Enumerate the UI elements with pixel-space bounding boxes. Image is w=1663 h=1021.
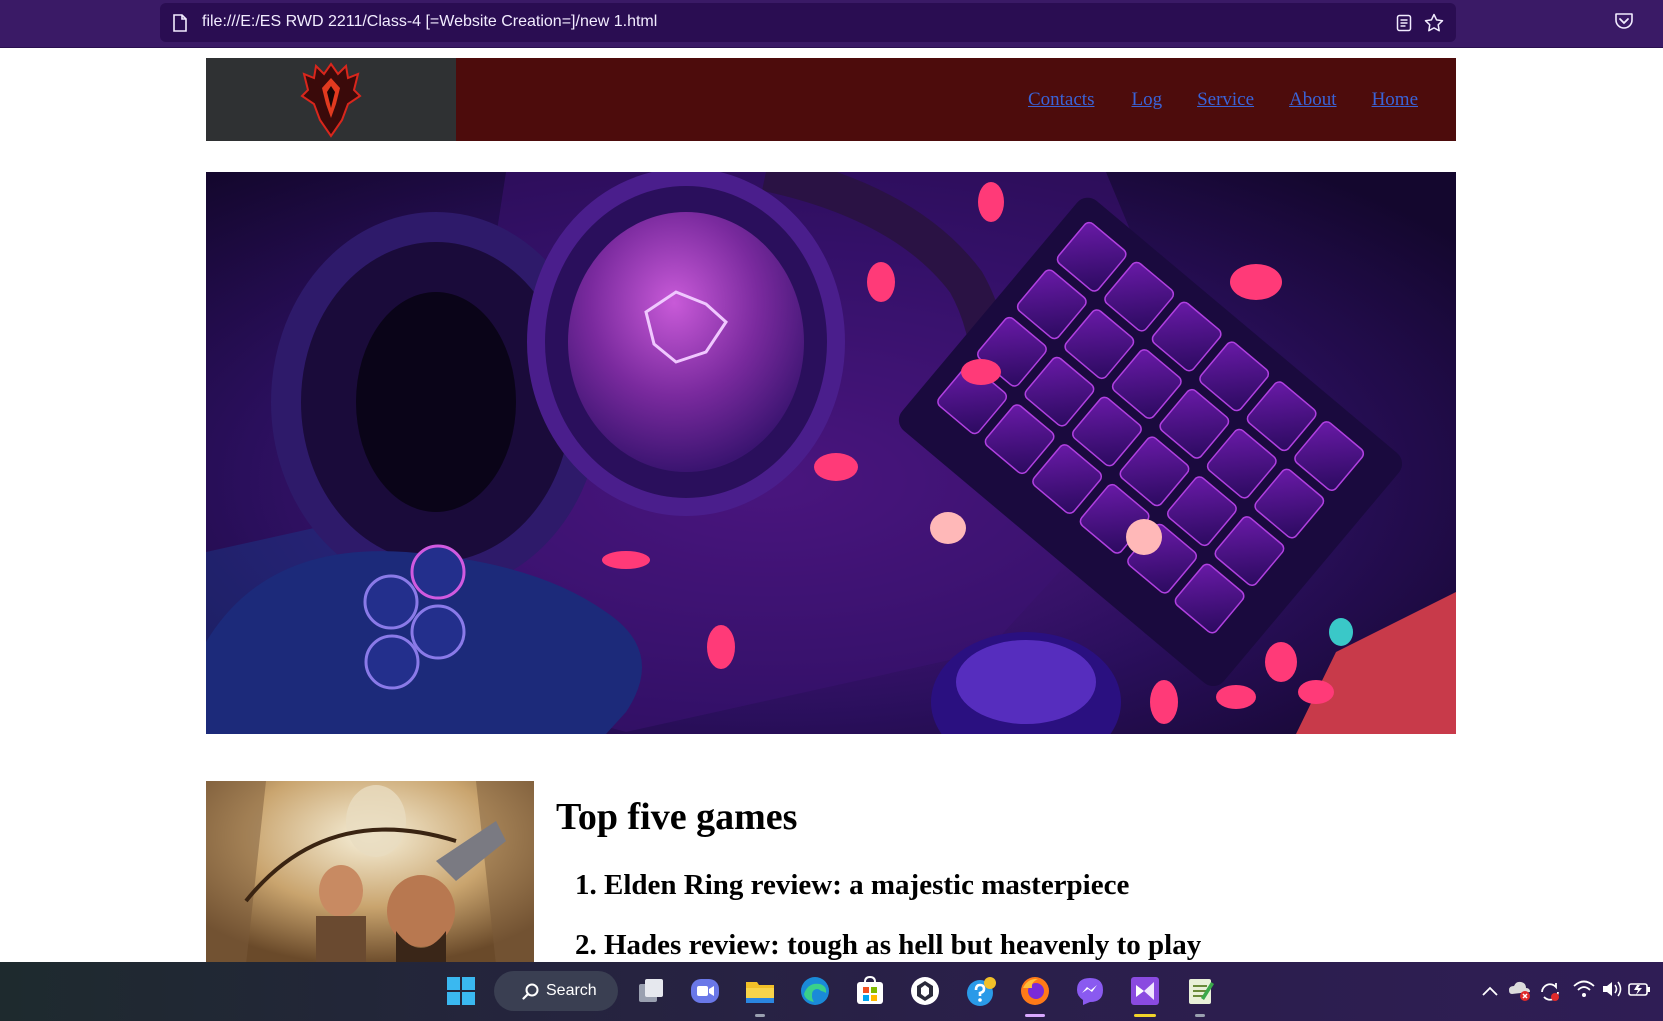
github-icon[interactable] xyxy=(910,976,940,1006)
help-icon[interactable] xyxy=(965,976,996,1006)
url-text[interactable]: file:///E:/ES RWD 2211/Class-4 [=Website… xyxy=(202,13,657,31)
zoom-icon[interactable] xyxy=(690,976,720,1006)
notepad-icon[interactable] xyxy=(1185,976,1215,1006)
nav-link-service[interactable]: Service xyxy=(1197,89,1254,111)
list-item: 1. Elden Ring review: a majestic masterp… xyxy=(575,869,1130,901)
sync-icon[interactable] xyxy=(1538,980,1562,1009)
visual-studio-icon[interactable] xyxy=(1130,976,1160,1006)
firefox-active-indicator xyxy=(1025,1014,1045,1017)
address-bar[interactable]: file:///E:/ES RWD 2211/Class-4 [=Website… xyxy=(160,3,1456,42)
file-explorer-indicator xyxy=(755,1014,765,1017)
messenger-icon[interactable] xyxy=(1075,976,1105,1006)
nav-link-home[interactable]: Home xyxy=(1372,89,1418,111)
onedrive-error-icon[interactable] xyxy=(1508,980,1532,1007)
pocket-icon[interactable] xyxy=(1614,12,1634,36)
visual-studio-indicator xyxy=(1134,1014,1156,1017)
reader-view-icon[interactable] xyxy=(1396,14,1412,37)
edge-icon[interactable] xyxy=(800,976,830,1006)
page-icon xyxy=(172,14,188,37)
site-header: Contacts Log Service About Home xyxy=(206,58,1456,141)
notepad-indicator xyxy=(1195,1014,1205,1017)
taskbar-search[interactable]: Search xyxy=(494,971,618,1011)
nav-link-about[interactable]: About xyxy=(1289,89,1337,111)
site-logo xyxy=(300,62,362,138)
task-view-icon[interactable] xyxy=(636,976,666,1006)
battery-icon[interactable] xyxy=(1628,980,1652,1003)
game-thumbnail-image xyxy=(206,781,534,965)
browser-toolbar: file:///E:/ES RWD 2211/Class-4 [=Website… xyxy=(0,0,1663,48)
file-explorer-icon[interactable] xyxy=(745,976,775,1006)
section-title: Top five games xyxy=(556,796,798,838)
nav-link-contacts[interactable]: Contacts xyxy=(1028,89,1095,111)
chevron-up-icon[interactable] xyxy=(1481,984,1499,1002)
taskbar: Search xyxy=(0,962,1663,1021)
main-nav: Contacts Log Service About Home xyxy=(456,58,1456,141)
firefox-icon[interactable] xyxy=(1020,976,1050,1006)
hero-image xyxy=(206,172,1456,734)
start-icon[interactable] xyxy=(446,976,476,1006)
logo-container xyxy=(206,58,456,141)
bookmark-star-icon[interactable] xyxy=(1424,13,1444,38)
volume-icon[interactable] xyxy=(1601,980,1623,1003)
wifi-icon[interactable] xyxy=(1573,980,1595,1003)
store-icon[interactable] xyxy=(855,975,885,1006)
search-label: Search xyxy=(546,982,597,999)
search-icon xyxy=(522,983,539,1000)
nav-link-log[interactable]: Log xyxy=(1131,89,1162,111)
